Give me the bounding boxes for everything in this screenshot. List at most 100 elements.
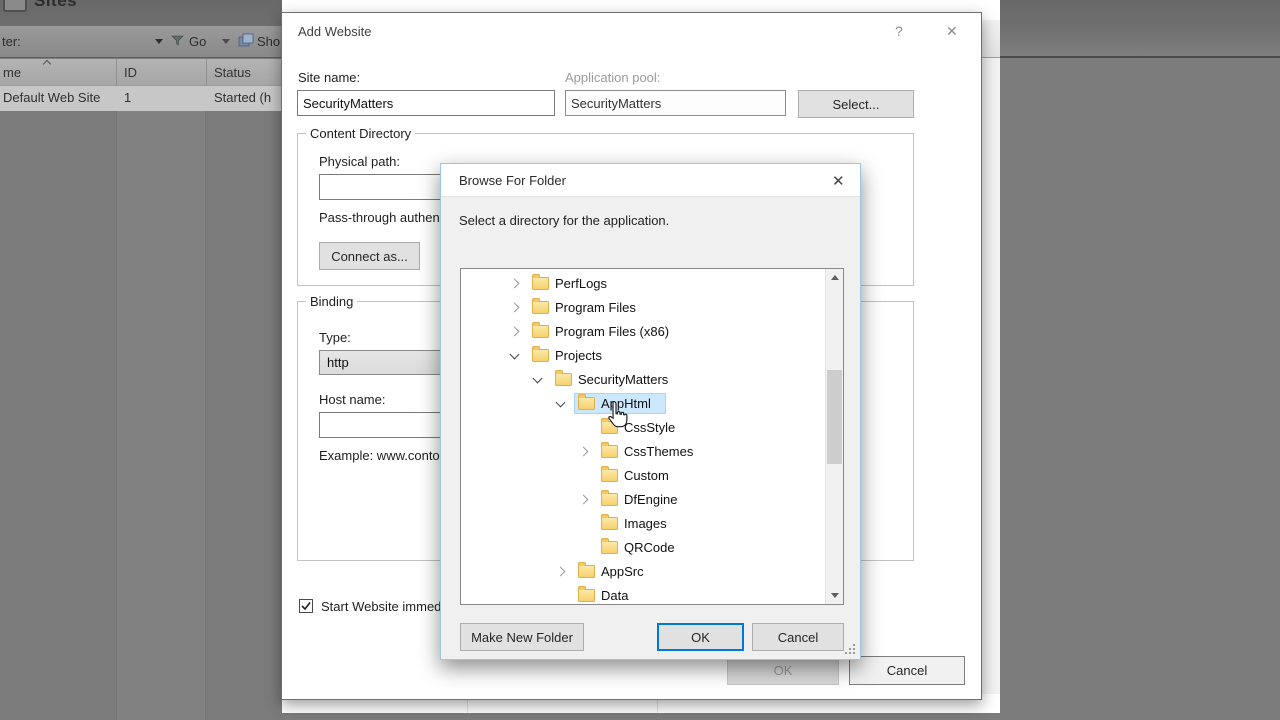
column-header-status[interactable]: Status (214, 65, 251, 80)
folder-icon (601, 517, 618, 530)
chevron-right-icon[interactable] (510, 279, 520, 289)
column-header-name[interactable]: me (3, 65, 21, 80)
tree-item-images[interactable]: Images (461, 512, 826, 536)
dropdown-arrow-icon[interactable] (222, 39, 230, 44)
folder-icon (532, 325, 549, 338)
sites-icon (3, 0, 27, 12)
ok-button[interactable]: OK (657, 623, 744, 651)
application-pool-input[interactable] (565, 90, 786, 116)
tree-item-label: AppSrc (601, 564, 644, 579)
application-pool-label: Application pool: (565, 70, 660, 85)
tree-item-custom[interactable]: Custom (461, 464, 826, 488)
dialog-title: Browse For Folder (459, 173, 566, 188)
column-header-id[interactable]: ID (124, 65, 137, 80)
filter-label: ter: (2, 34, 21, 49)
chevron-right-icon[interactable] (556, 567, 566, 577)
resize-grip[interactable] (853, 652, 855, 654)
folder-icon (532, 277, 549, 290)
sites-page-title: Sites (34, 0, 77, 11)
site-name-input[interactable] (297, 90, 555, 116)
site-status-cell: Started (h (214, 90, 271, 105)
hand-cursor (605, 400, 629, 428)
screen: Sites ter: Go Sho me ID Status Default W… (0, 0, 1280, 720)
tree-item-apphtml-selected[interactable]: AppHtml (461, 392, 826, 416)
filter-funnel-icon[interactable] (171, 35, 184, 47)
tree-item-label: PerfLogs (555, 276, 607, 291)
host-name-label: Host name: (319, 392, 385, 407)
ok-button[interactable]: OK (727, 656, 839, 685)
show-all-icon[interactable] (238, 33, 254, 48)
tree-item-label: Images (624, 516, 667, 531)
site-list-row[interactable]: Default Web Site 1 Started (h (0, 86, 282, 111)
folder-icon (532, 301, 549, 314)
site-list-empty-area (0, 111, 282, 720)
make-new-folder-button[interactable]: Make New Folder (460, 623, 584, 651)
chevron-down-icon[interactable] (556, 398, 566, 408)
scroll-up-icon[interactable] (831, 275, 839, 280)
tree-item-label: Program Files (x86) (555, 324, 669, 339)
scrollbar-thumb[interactable] (827, 370, 842, 464)
dropdown-arrow-icon[interactable] (155, 39, 163, 44)
tree-item-projects[interactable]: Projects (461, 344, 826, 368)
binding-legend: Binding (306, 294, 357, 309)
tree-item-perflogs[interactable]: PerfLogs (461, 272, 826, 296)
dialog-instruction: Select a directory for the application. (459, 213, 669, 228)
tree-item-label: Data (601, 588, 628, 603)
cancel-button[interactable]: Cancel (752, 623, 844, 651)
folder-tree: PerfLogs Program Files Program Files (x8… (460, 268, 844, 605)
tree-scrollbar[interactable] (825, 269, 843, 604)
scroll-down-icon[interactable] (831, 593, 839, 598)
connect-as-button[interactable]: Connect as... (319, 242, 420, 270)
folder-icon (601, 469, 618, 482)
chevron-right-icon[interactable] (579, 447, 589, 457)
folder-icon (578, 397, 595, 410)
folder-icon (601, 541, 618, 554)
tree-item-cssstyle[interactable]: CssStyle (461, 416, 826, 440)
dialog-titlebar: Browse For Folder ✕ (441, 164, 860, 197)
folder-icon (532, 349, 549, 362)
select-app-pool-button[interactable]: Select... (798, 90, 914, 118)
tree-item-securitymatters[interactable]: SecurityMatters (461, 368, 826, 392)
sort-ascending-icon (43, 60, 51, 68)
tree-item-label: Program Files (555, 300, 636, 315)
filter-toolbar: ter: Go Sho (0, 26, 282, 58)
close-icon[interactable]: ✕ (946, 23, 958, 40)
folder-icon (578, 565, 595, 578)
type-dropdown-value: http (327, 355, 349, 370)
tree-item-label: QRCode (624, 540, 675, 555)
column-divider (206, 59, 207, 86)
chevron-right-icon[interactable] (510, 303, 520, 313)
folder-icon (601, 493, 618, 506)
help-icon[interactable]: ? (895, 23, 903, 39)
tree-item-qrcode[interactable]: QRCode (461, 536, 826, 560)
column-divider (116, 59, 117, 86)
folder-icon (555, 373, 572, 386)
chevron-down-icon[interactable] (510, 350, 520, 360)
chevron-down-icon[interactable] (533, 374, 543, 384)
chevron-right-icon[interactable] (510, 327, 520, 337)
type-label: Type: (319, 330, 351, 345)
checkmark-icon (300, 600, 312, 612)
go-button[interactable]: Go (189, 34, 206, 49)
tree-item-program-files[interactable]: Program Files (461, 296, 826, 320)
close-icon[interactable]: ✕ (832, 172, 845, 190)
content-directory-legend: Content Directory (306, 126, 415, 141)
chevron-right-icon[interactable] (579, 495, 589, 505)
cancel-button[interactable]: Cancel (849, 656, 965, 685)
tree-item-dfengine[interactable]: DfEngine (461, 488, 826, 512)
tree-item-label: Projects (555, 348, 602, 363)
start-website-checkbox[interactable] (299, 599, 313, 613)
tree-item-label: DfEngine (624, 492, 677, 507)
show-all-label[interactable]: Sho (257, 34, 280, 49)
tree-item-label: Custom (624, 468, 669, 483)
tree-item-data[interactable]: Data (461, 584, 826, 605)
site-id-cell: 1 (124, 90, 131, 105)
sites-column-headers: me ID Status (0, 59, 282, 86)
tree-item-cssthemes[interactable]: CssThemes (461, 440, 826, 464)
tree-item-program-files-x86[interactable]: Program Files (x86) (461, 320, 826, 344)
tree-item-appsrc[interactable]: AppSrc (461, 560, 826, 584)
site-name-cell: Default Web Site (3, 90, 100, 105)
column-shading (116, 111, 206, 720)
folder-icon (578, 589, 595, 602)
physical-path-label: Physical path: (319, 154, 400, 169)
